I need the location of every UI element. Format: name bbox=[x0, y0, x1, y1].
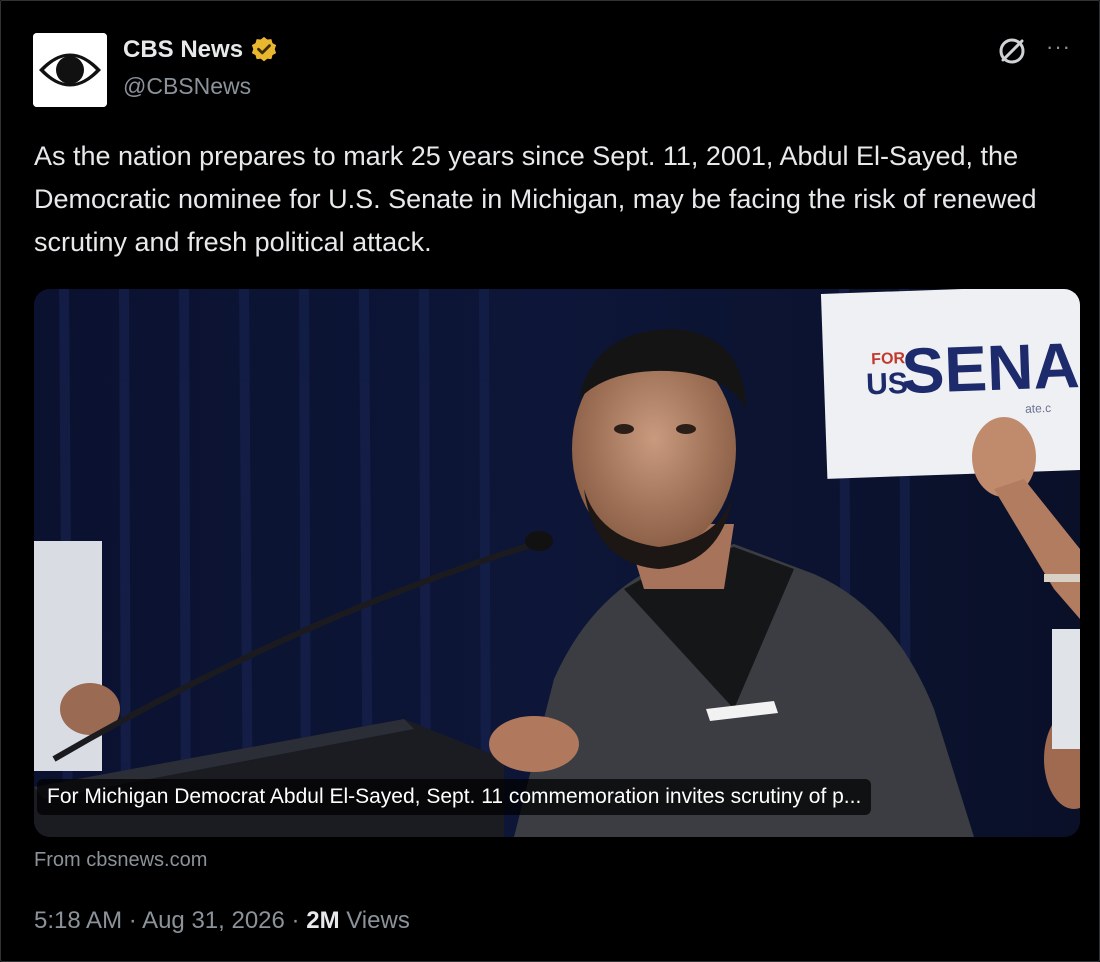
avatar[interactable] bbox=[33, 33, 107, 107]
meta-separator: · bbox=[128, 907, 137, 934]
author-name-row[interactable]: CBS News bbox=[123, 35, 279, 65]
link-card[interactable]: FOR US SENA ate.c For Michigan Democrat … bbox=[34, 289, 1080, 837]
link-card-title[interactable]: For Michigan Democrat Abdul El-Sayed, Se… bbox=[37, 779, 872, 815]
sign-url-text: ate.c bbox=[1025, 401, 1051, 416]
grok-icon[interactable] bbox=[995, 34, 1029, 68]
link-source[interactable]: From cbsnews.com bbox=[34, 849, 207, 872]
tweet-date[interactable]: Aug 31, 2026 bbox=[142, 907, 285, 934]
verified-badge-icon bbox=[251, 36, 277, 62]
tweet-text: As the nation prepares to mark 25 years … bbox=[34, 141, 1037, 257]
views-label: Views bbox=[346, 907, 410, 934]
link-card-title-wrap: For Michigan Democrat Abdul El-Sayed, Se… bbox=[37, 779, 1065, 815]
more-options-icon[interactable]: ··· bbox=[1046, 33, 1071, 61]
views-count: 2M bbox=[306, 907, 340, 934]
article-photo: FOR US SENA ate.c bbox=[34, 289, 1080, 837]
tweet-meta: 5:18 AM · Aug 31, 2026 · 2M Views bbox=[34, 907, 410, 935]
author-display-name[interactable]: CBS News bbox=[123, 36, 243, 64]
cbs-eye-logo bbox=[33, 33, 107, 107]
author-handle[interactable]: @CBSNews bbox=[123, 73, 251, 100]
tweet-time[interactable]: 5:18 AM bbox=[34, 907, 122, 934]
meta-separator: · bbox=[291, 907, 300, 934]
sign-main-text: SENA bbox=[900, 329, 1080, 407]
tweet-card: CBS News @CBSNews ··· As the nation prep… bbox=[0, 0, 1100, 962]
